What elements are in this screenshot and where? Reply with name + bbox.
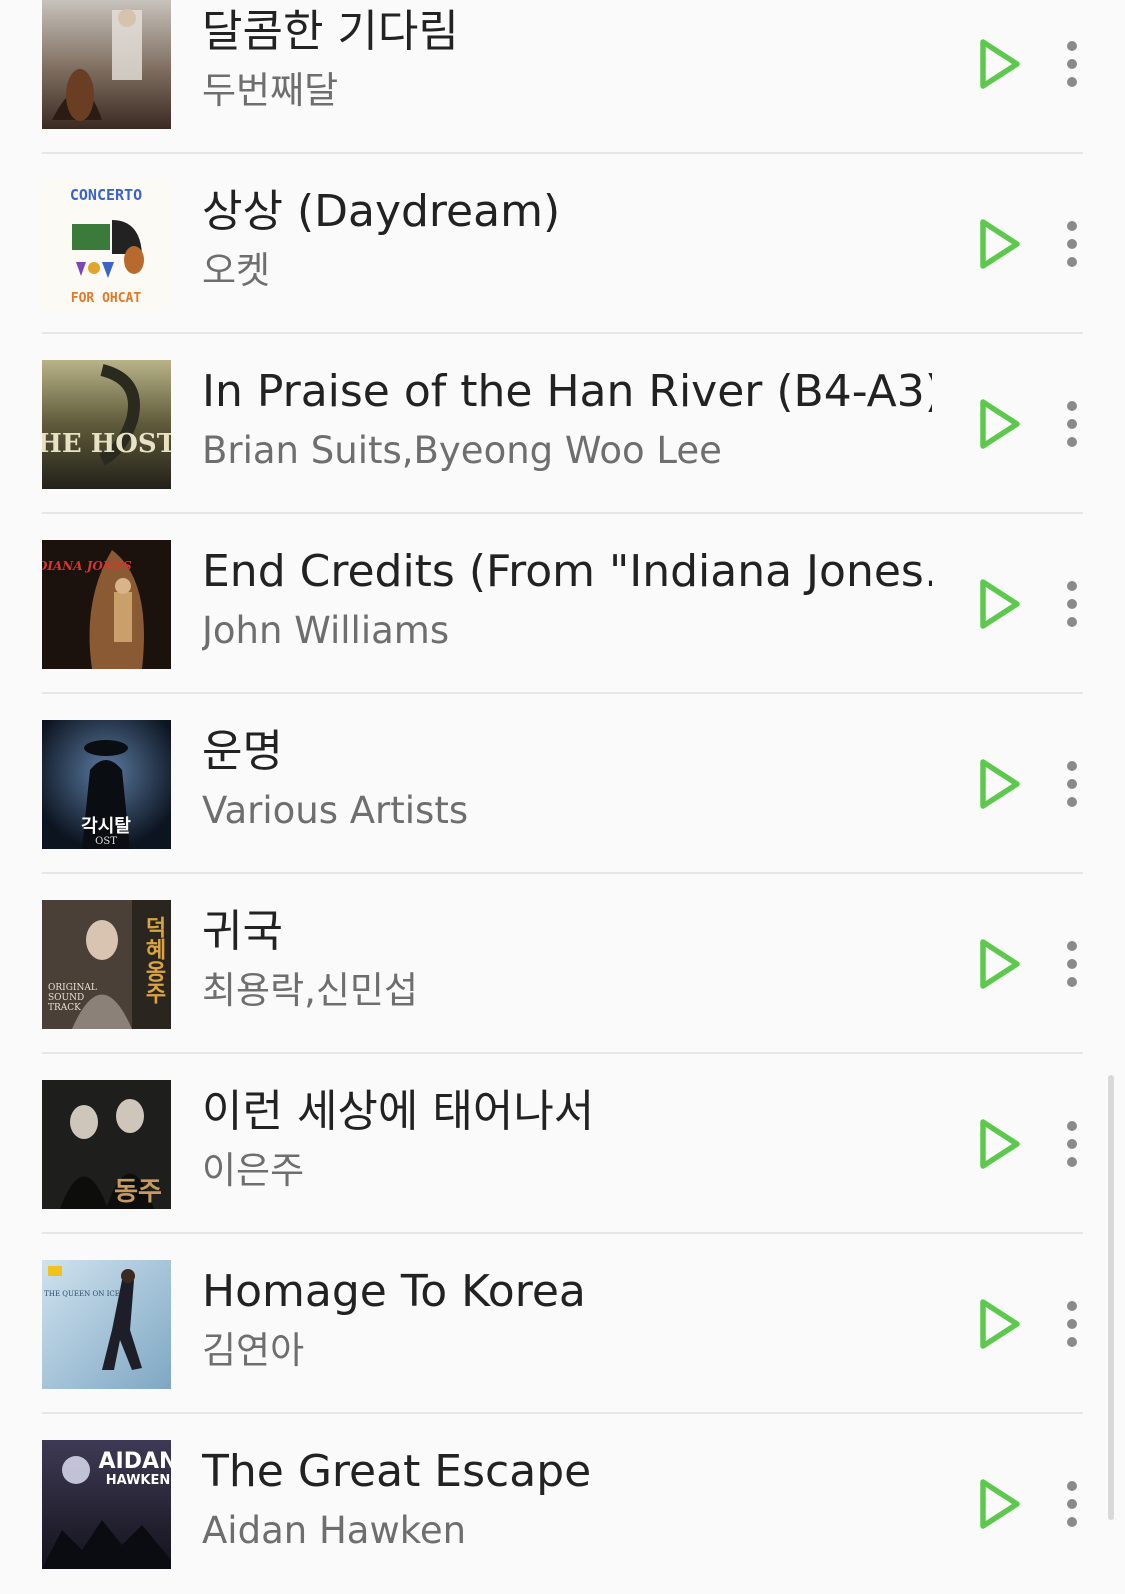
play-icon[interactable]	[975, 1296, 1023, 1352]
album-art: THE HOST	[42, 360, 171, 489]
track-artist: John Williams	[202, 609, 450, 652]
album-art	[42, 0, 171, 129]
album-cover-queen-on-ice-icon: THE QUEEN ON ICE	[42, 1260, 171, 1389]
album-art: AIDAN HAWKEN	[42, 1440, 171, 1569]
art-text: AIDAN	[99, 1449, 171, 1474]
album-cover-the-host-icon: THE HOST	[42, 360, 171, 489]
art-text: CONCERTO	[70, 186, 142, 204]
more-options-icon[interactable]	[1052, 1296, 1092, 1352]
track-title: Homage To Korea	[202, 1266, 586, 1317]
art-text: THE QUEEN ON ICE	[44, 1290, 120, 1298]
play-icon[interactable]	[975, 1116, 1023, 1172]
more-options-icon[interactable]	[1052, 936, 1092, 992]
track-artist: 김연아	[202, 1329, 305, 1372]
track-row[interactable]: AIDAN HAWKEN The Great Escape Aidan Hawk…	[0, 1414, 1125, 1594]
track-row[interactable]: 동주 이런 세상에 태어나서 이은주	[0, 1054, 1125, 1234]
more-options-icon[interactable]	[1052, 1116, 1092, 1172]
play-icon[interactable]	[975, 1476, 1023, 1532]
track-artist: Brian Suits,Byeong Woo Lee	[202, 429, 722, 472]
album-cover-gaksital-ost-icon: 각시탈 OST	[42, 720, 171, 849]
album-art: INDIANA JONES	[42, 540, 171, 669]
more-options-icon[interactable]	[1052, 216, 1092, 272]
album-art: CONCERTO FOR OHCAT	[42, 180, 171, 309]
scrollbar[interactable]	[1108, 1075, 1114, 1520]
album-cover-indiana-jones-icon: INDIANA JONES	[42, 540, 171, 669]
track-title: In Praise of the Han River (B4-A3)	[202, 366, 932, 417]
track-artist: Aidan Hawken	[202, 1509, 467, 1552]
track-row[interactable]: THE HOST In Praise of the Han River (B4-…	[0, 334, 1125, 514]
track-title: 운명	[202, 726, 283, 777]
play-icon[interactable]	[975, 36, 1023, 92]
album-art: THE QUEEN ON ICE	[42, 1260, 171, 1389]
track-row[interactable]: CONCERTO FOR OHCAT 상상 (Daydream) 오켓	[0, 154, 1125, 334]
play-icon[interactable]	[975, 216, 1023, 272]
art-text: OST	[95, 836, 117, 847]
track-title: 이런 세상에 태어나서	[202, 1086, 595, 1137]
track-title: The Great Escape	[202, 1446, 592, 1497]
track-row[interactable]: THE QUEEN ON ICE Homage To Korea 김연아	[0, 1234, 1125, 1414]
more-options-icon[interactable]	[1052, 1476, 1092, 1532]
art-text: SOUND	[48, 993, 84, 1003]
track-artist: 최용락,신민섭	[202, 969, 419, 1012]
track-row[interactable]: 각시탈 OST 운명 Various Artists	[0, 694, 1125, 874]
track-title: 상상 (Daydream)	[202, 186, 561, 237]
track-artist: 이은주	[202, 1149, 305, 1192]
track-artist: 두번째달	[202, 69, 339, 112]
art-text: INDIANA JONES	[42, 559, 132, 573]
play-icon[interactable]	[975, 396, 1023, 452]
track-list: 달콤한 기다림 두번째달 CONCERTO FOR OHCAT 상상 (Dayd…	[0, 0, 1125, 1569]
play-icon[interactable]	[975, 756, 1023, 812]
art-text: 동주	[114, 1177, 162, 1207]
more-options-icon[interactable]	[1052, 36, 1092, 92]
play-icon[interactable]	[975, 936, 1023, 992]
album-cover-deokhye-ongju-ost-icon: 덕혜옹주 ORIGINAL SOUND TRACK	[42, 900, 171, 1029]
art-text: FOR OHCAT	[71, 291, 142, 306]
art-text: HAWKEN	[106, 1473, 171, 1488]
album-cover-aidan-hawken-icon: AIDAN HAWKEN	[42, 1440, 171, 1569]
art-text: THE HOST	[42, 429, 171, 459]
album-cover-blue-spring-waltz-icon	[42, 0, 171, 129]
album-art: 각시탈 OST	[42, 720, 171, 849]
art-text: 각시탈	[81, 816, 131, 837]
track-artist: 오켓	[202, 249, 271, 292]
track-row[interactable]: 덕혜옹주 ORIGINAL SOUND TRACK 귀국 최용락,신민섭	[0, 874, 1125, 1054]
track-title: End Credits (From "Indiana Jones…	[202, 546, 932, 597]
album-art: 동주	[42, 1080, 171, 1209]
more-options-icon[interactable]	[1052, 396, 1092, 452]
track-artist: Various Artists	[202, 789, 469, 832]
play-icon[interactable]	[975, 576, 1023, 632]
track-row[interactable]: 달콤한 기다림 두번째달	[0, 0, 1125, 154]
album-cover-dongju-icon: 동주	[42, 1080, 171, 1209]
track-title: 귀국	[202, 906, 283, 957]
more-options-icon[interactable]	[1052, 756, 1092, 812]
album-cover-concerto-for-ohcat-icon: CONCERTO FOR OHCAT	[42, 180, 171, 309]
more-options-icon[interactable]	[1052, 576, 1092, 632]
art-text: ORIGINAL	[48, 983, 97, 993]
album-art: 덕혜옹주 ORIGINAL SOUND TRACK	[42, 900, 171, 1029]
track-title: 달콤한 기다림	[202, 6, 459, 57]
art-text: TRACK	[48, 1003, 81, 1013]
track-row[interactable]: INDIANA JONES End Credits (From "Indiana…	[0, 514, 1125, 694]
art-text: 덕혜옹주	[141, 916, 167, 1004]
